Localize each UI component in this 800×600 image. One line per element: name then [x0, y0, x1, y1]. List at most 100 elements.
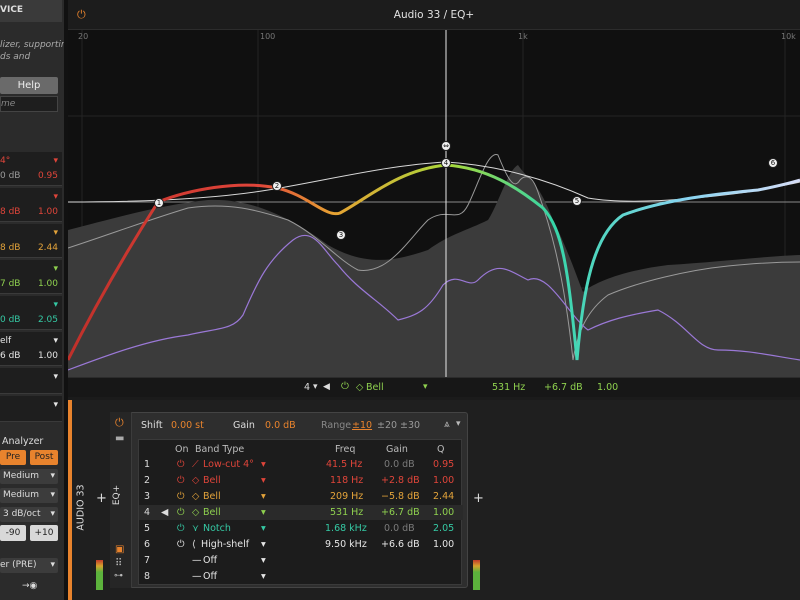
output-route-icon[interactable]: →◉: [22, 581, 37, 591]
band-power-icon[interactable]: ⏻: [177, 537, 185, 552]
band-table-row[interactable]: 5 ⏻ ⋎ Notch ▾ 1.68 kHz 0.0 dB 2.05: [139, 521, 463, 536]
folder-icon[interactable]: ▬: [115, 433, 124, 444]
name-field[interactable]: me: [0, 96, 58, 112]
range-low-field[interactable]: -90: [0, 525, 26, 541]
chevron-down-icon[interactable]: ▾: [53, 336, 58, 346]
gain-value[interactable]: 0.0 dB: [265, 420, 296, 431]
band-freq[interactable]: 531 Hz: [330, 505, 363, 520]
readout-q[interactable]: 1.00: [597, 382, 618, 393]
add-device-after-icon[interactable]: +: [473, 491, 484, 506]
range-option-30[interactable]: ±30: [400, 420, 420, 431]
chevron-down-icon[interactable]: ▾: [53, 264, 58, 274]
speaker-icon[interactable]: ◀: [161, 505, 168, 520]
chevron-down-icon[interactable]: ▾: [53, 192, 58, 202]
readout-freq[interactable]: 531 Hz: [492, 382, 525, 393]
band-freq[interactable]: 209 Hz: [330, 489, 363, 504]
grid-icon[interactable]: ⠿: [115, 558, 122, 569]
band-table-row[interactable]: 2 ⏻ ◇ Bell ▾ 118 Hz +2.8 dB 1.00: [139, 473, 463, 488]
speaker-icon[interactable]: ◀: [323, 382, 330, 392]
band-table-row[interactable]: 8 — Off ▾: [139, 569, 463, 584]
band-power-icon[interactable]: ⏻: [177, 473, 185, 488]
band-type[interactable]: Off: [203, 553, 217, 568]
band-power-icon[interactable]: ⏻: [177, 521, 185, 536]
band-gain[interactable]: +2.8 dB: [381, 473, 420, 488]
help-button[interactable]: Help: [0, 77, 58, 94]
band-marker-6[interactable]: 6: [768, 158, 778, 168]
band-freq[interactable]: 1.68 kHz: [325, 521, 367, 536]
band-row-3[interactable]: ▾ 8 dB 2.44: [0, 224, 62, 258]
range-option-10[interactable]: ±10: [352, 420, 372, 431]
band-gain[interactable]: −5.8 dB: [381, 489, 420, 504]
band-row-4[interactable]: ▾ 7 dB 1.00: [0, 260, 62, 294]
readout-band-type[interactable]: Bell: [366, 382, 384, 393]
band-row-1[interactable]: 4° ▾ 0 dB 0.95: [0, 152, 62, 186]
band-gain[interactable]: 0.0 dB: [384, 457, 415, 472]
band-marker-4[interactable]: 4: [441, 158, 451, 168]
chevron-down-icon[interactable]: ▾: [261, 521, 266, 536]
chevron-down-icon[interactable]: ▾: [53, 300, 58, 310]
device-power-icon[interactable]: ⏻: [115, 416, 124, 430]
band-row-6[interactable]: elf ▾ 6 dB 1.00: [0, 332, 62, 366]
chevron-down-icon[interactable]: ▾: [261, 473, 266, 488]
range-option-20[interactable]: ±20: [377, 420, 397, 431]
band-q[interactable]: 1.00: [433, 505, 454, 520]
band-type[interactable]: Bell: [203, 505, 221, 520]
band-power-icon[interactable]: ⏻: [177, 489, 185, 504]
band-row-2[interactable]: ▾ 8 dB 1.00: [0, 188, 62, 222]
band-freq[interactable]: 41.5 Hz: [326, 457, 362, 472]
band-marker-1[interactable]: 1: [154, 198, 164, 208]
band-freq[interactable]: 9.50 kHz: [325, 537, 367, 552]
band-type[interactable]: Low-cut 4°: [203, 457, 254, 472]
band-type[interactable]: Bell: [203, 489, 221, 504]
chevron-down-icon[interactable]: ▾: [261, 569, 266, 584]
band-table-row[interactable]: 7 — Off ▾: [139, 553, 463, 568]
band-row-8[interactable]: ▾: [0, 396, 62, 422]
band-q[interactable]: 2.05: [433, 521, 454, 536]
band-gain[interactable]: +6.6 dB: [381, 537, 420, 552]
chevron-down-icon[interactable]: ▾: [53, 372, 58, 382]
modulator-icon[interactable]: ⊶: [114, 571, 123, 581]
resolution-dropdown[interactable]: Medium ▾: [0, 469, 58, 484]
band-gain[interactable]: +6.7 dB: [381, 505, 420, 520]
chevron-down-icon[interactable]: ▾: [261, 489, 266, 504]
band-table-row[interactable]: 3 ⏻ ◇ Bell ▾ 209 Hz −5.8 dB 2.44: [139, 489, 463, 504]
band-freq[interactable]: 118 Hz: [330, 473, 363, 488]
window-icon[interactable]: ▣: [115, 544, 124, 555]
chevron-down-icon[interactable]: ▾: [261, 457, 266, 472]
readout-band-number[interactable]: 4: [304, 382, 310, 393]
chevron-down-icon[interactable]: ▾: [53, 156, 58, 166]
chevron-down-icon[interactable]: ▾: [456, 419, 461, 429]
band-q[interactable]: 1.00: [433, 473, 454, 488]
chevron-down-icon[interactable]: ▾: [423, 382, 428, 392]
band-type[interactable]: Bell: [203, 473, 221, 488]
band-row-7[interactable]: ▾: [0, 368, 62, 394]
chevron-down-icon[interactable]: ▾: [313, 382, 318, 392]
band-power-icon[interactable]: ⏻: [341, 381, 349, 392]
chevron-down-icon[interactable]: ▾: [261, 537, 266, 552]
eq-frequency-graph[interactable]: [68, 30, 800, 377]
band-type[interactable]: High-shelf: [201, 537, 249, 552]
band-q[interactable]: 1.00: [433, 537, 454, 552]
band-table-row-selected[interactable]: 4 ◀ ⏻ ◇ Bell ▾ 531 Hz +6.7 dB 1.00: [139, 505, 463, 520]
post-button[interactable]: Post: [30, 450, 58, 465]
band-marker-3[interactable]: 3: [336, 230, 346, 240]
band-table-row[interactable]: 1 ⏻ ⟋ Low-cut 4° ▾ 41.5 Hz 0.0 dB 0.95: [139, 457, 463, 472]
add-device-icon[interactable]: +: [96, 491, 107, 506]
band-power-icon[interactable]: ⏻: [177, 457, 185, 472]
chevron-down-icon[interactable]: ▾: [53, 228, 58, 238]
readout-gain[interactable]: +6.7 dB: [544, 382, 583, 393]
pre-button[interactable]: Pre: [0, 450, 26, 465]
band-4-q-handle-icon[interactable]: ⇔: [441, 141, 451, 151]
analyzer-mode-dropdown[interactable]: er (PRE) ▾: [0, 558, 58, 573]
band-marker-2[interactable]: 2: [272, 181, 282, 191]
band-q[interactable]: 0.95: [433, 457, 454, 472]
speed-dropdown[interactable]: Medium ▾: [0, 488, 58, 503]
slope-dropdown[interactable]: 3 dB/oct ▾: [0, 507, 58, 522]
chevron-down-icon[interactable]: ▾: [261, 505, 266, 520]
band-gain[interactable]: 0.0 dB: [384, 521, 415, 536]
band-type[interactable]: Off: [203, 569, 217, 584]
analyzer-toggle-icon[interactable]: ⩓: [444, 419, 450, 430]
band-row-5[interactable]: ▾ 0 dB 2.05: [0, 296, 62, 330]
band-power-icon[interactable]: ⏻: [177, 505, 185, 520]
band-q[interactable]: 2.44: [433, 489, 454, 504]
